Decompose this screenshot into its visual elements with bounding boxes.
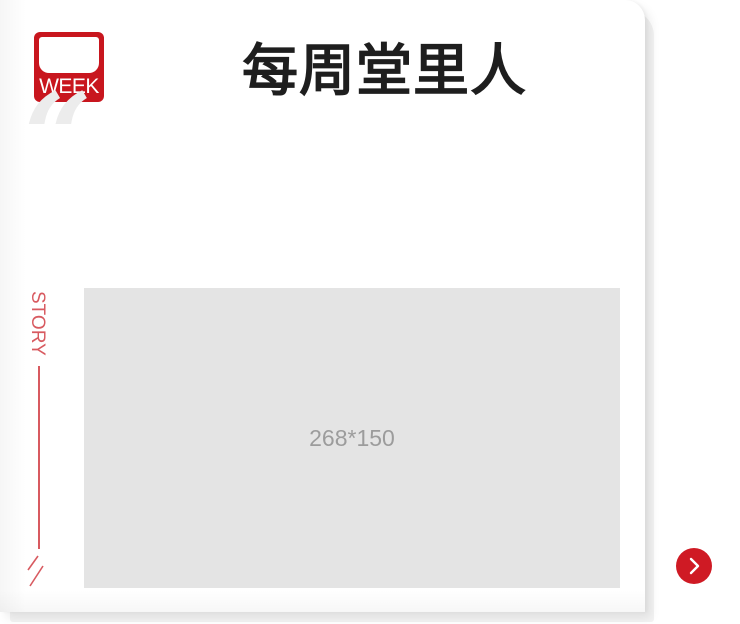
story-card-stage: WEEK “ 每周堂里人 STORY 268*150 — [0, 0, 740, 624]
story-card: WEEK “ 每周堂里人 STORY 268*150 — [0, 0, 645, 612]
chevron-right-icon — [689, 557, 700, 575]
next-button[interactable] — [676, 548, 712, 584]
page-title: 每周堂里人 — [242, 39, 527, 104]
image-placeholder: 268*150 — [84, 288, 620, 588]
story-divider-line — [38, 366, 40, 549]
card-left-shading — [0, 0, 26, 612]
image-placeholder-label: 268*150 — [309, 424, 395, 451]
quote-mark-icon: “ — [24, 67, 92, 206]
card-bottom-shading — [0, 590, 645, 612]
double-slash-icon — [27, 555, 44, 587]
story-label: STORY — [27, 291, 48, 356]
